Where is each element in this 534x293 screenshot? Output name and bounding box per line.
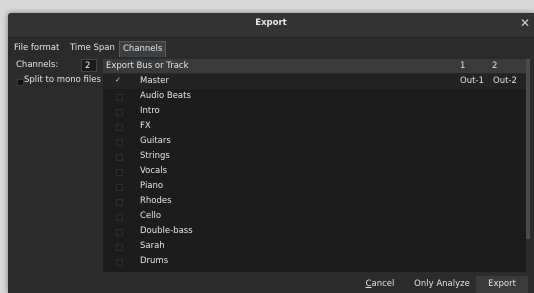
track-name: Double-bass (140, 226, 193, 236)
channels-spinbox[interactable]: 2 (81, 59, 97, 72)
track-name: Piano (140, 181, 164, 191)
table-row[interactable]: Strings (103, 149, 526, 164)
export-dialog: Export ✕ File format Time Span Channels … (8, 13, 534, 293)
header-channel-2: 2 (492, 61, 498, 71)
track-name: Guitars (140, 136, 171, 146)
tracks-table: Export Bus or Track 1 2 ✓ Master Out-1 Out-… (103, 59, 526, 272)
cancel-button[interactable]: Cancel (358, 276, 402, 293)
track-checkbox[interactable] (116, 139, 123, 146)
track-checkbox[interactable] (116, 184, 123, 191)
track-checkbox[interactable] (116, 214, 123, 221)
checkmark-icon[interactable]: ✓ (115, 77, 121, 84)
track-checkbox[interactable] (116, 169, 123, 176)
header-track: Export Bus or Track (106, 61, 189, 71)
table-row[interactable]: Guitars (103, 134, 526, 149)
tab-file-format[interactable]: File format (14, 41, 59, 56)
track-name: Drums (140, 256, 169, 266)
title-bar: Export ✕ (8, 13, 534, 38)
track-name: Sarah (140, 241, 165, 251)
track-name: Rhodes (140, 196, 172, 206)
track-checkbox[interactable] (116, 199, 123, 206)
cancel-label: ancel (371, 279, 395, 289)
only-analyze-button[interactable]: Only Analyze (411, 276, 473, 293)
track-checkbox[interactable] (116, 109, 123, 116)
table-row[interactable]: Drums (103, 254, 526, 269)
table-row[interactable]: Intro (103, 104, 526, 119)
track-checkbox[interactable] (116, 229, 123, 236)
track-checkbox[interactable] (116, 259, 123, 266)
header-channel-1: 1 (460, 61, 466, 71)
channel-1-output[interactable]: Out-1 (460, 76, 484, 86)
table-row[interactable]: FX (103, 119, 526, 134)
track-name: Cello (140, 211, 162, 221)
track-checkbox[interactable] (116, 244, 123, 251)
channel-2-output[interactable]: Out-2 (493, 76, 517, 86)
table-row[interactable]: Cello (103, 209, 526, 224)
split-mono-checkbox[interactable] (17, 79, 24, 86)
table-row[interactable]: Audio Beats (103, 89, 526, 104)
table-row[interactable]: Double-bass (103, 224, 526, 239)
track-name: FX (140, 121, 151, 131)
split-mono-label[interactable]: Split to mono files (24, 75, 101, 85)
track-checkbox[interactable] (116, 94, 123, 101)
track-checkbox[interactable] (116, 124, 123, 131)
table-row[interactable]: Vocals (103, 164, 526, 179)
channels-label: Channels: (16, 60, 59, 70)
export-button[interactable]: Export (476, 276, 528, 293)
track-name: Vocals (140, 166, 168, 176)
tab-channels[interactable]: Channels (119, 41, 167, 57)
window-title: Export (255, 18, 287, 28)
tab-time-span[interactable]: Time Span (70, 41, 115, 56)
table-scrollbar[interactable] (526, 59, 530, 272)
track-name: Master (140, 76, 170, 86)
table-row[interactable]: ✓ Master Out-1 Out-2 (103, 74, 526, 89)
table-row[interactable]: Rhodes (103, 194, 526, 209)
track-name: Strings (140, 151, 170, 161)
close-icon[interactable]: ✕ (520, 16, 530, 30)
table-header: Export Bus or Track 1 2 (103, 59, 526, 74)
table-row[interactable]: Sarah (103, 239, 526, 254)
table-row[interactable]: Piano (103, 179, 526, 194)
scrollbar-thumb[interactable] (526, 59, 530, 239)
track-checkbox[interactable] (116, 154, 123, 161)
track-name: Intro (140, 106, 160, 116)
track-name: Audio Beats (140, 91, 191, 101)
